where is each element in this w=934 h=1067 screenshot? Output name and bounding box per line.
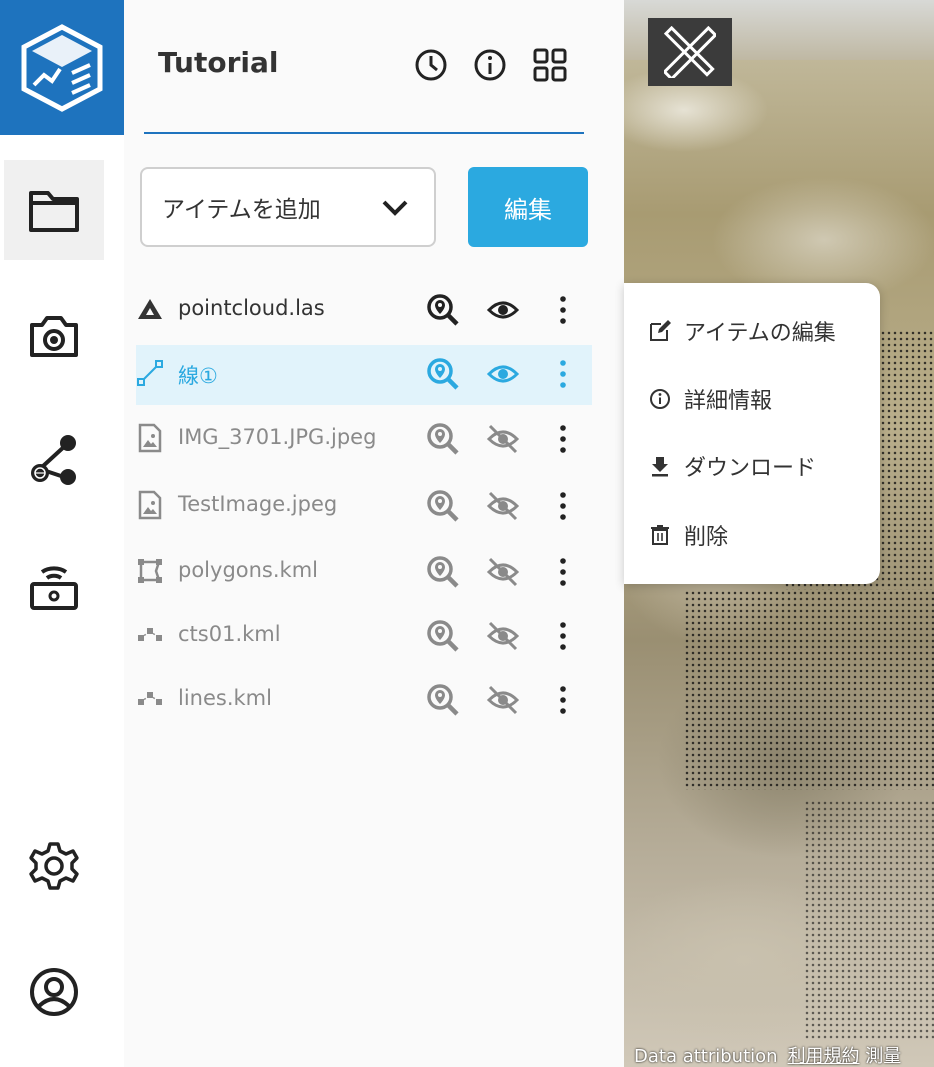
gear-icon [29,842,79,890]
eye-off-icon[interactable] [486,619,520,653]
points-icon [136,621,164,649]
more-icon[interactable] [546,619,580,653]
more-icon[interactable] [546,293,580,327]
pointcloud-dots [804,800,934,1040]
list-item[interactable]: TestImage.jpeg [136,477,592,537]
line-icon [136,359,164,387]
layer-panel: Tutorial アイテムを追加 編集 pointcloud.las 線① IM… [124,0,624,1067]
camera-icon [30,316,78,357]
download-icon [648,454,672,478]
chevron-down-icon [382,200,408,216]
add-item-label: アイテムを追加 [162,197,321,223]
more-icon[interactable] [546,683,580,717]
list-item-label: lines.kml [178,686,272,710]
info-icon [648,387,672,411]
more-icon[interactable] [546,422,580,456]
list-item-label: TestImage.jpeg [178,492,338,516]
sidebar-item-files[interactable] [4,160,104,260]
list-item-label: polygons.kml [178,558,318,582]
zoom-to-icon[interactable] [426,489,460,523]
edit-button[interactable]: 編集 [468,167,588,247]
list-item-label: IMG_3701.JPG.jpeg [178,425,377,449]
add-item-select[interactable]: アイテムを追加 [140,167,436,247]
zoom-to-icon[interactable] [426,293,460,327]
list-item-label: pointcloud.las [178,296,325,320]
sidebar-item-account[interactable] [4,942,104,1042]
zoom-to-icon[interactable] [426,357,460,391]
list-item[interactable]: 線① [136,345,592,405]
device-icon [30,566,78,610]
info-icon [474,49,506,81]
menu-item-delete[interactable]: 削除 [648,515,728,555]
item-context-menu: アイテムの編集 詳細情報 ダウンロード 削除 [624,283,880,584]
eye-off-icon[interactable] [486,422,520,456]
list-item[interactable]: pointcloud.las [136,281,592,341]
zoom-to-icon[interactable] [426,555,460,589]
image-icon [136,490,164,520]
sidebar-item-device[interactable] [4,536,104,636]
more-icon[interactable] [546,555,580,589]
ruler-pencil-icon [664,26,716,78]
sidebar-item-share[interactable] [4,410,104,510]
image-icon [136,423,164,453]
menu-item-label: 削除 [684,525,729,550]
zoom-to-icon[interactable] [426,683,460,717]
points-icon [136,685,164,713]
trash-icon [648,523,672,547]
list-item[interactable]: lines.kml [136,671,592,731]
list-item-label: 線① [178,364,218,388]
menu-item-label: アイテムの編集 [684,321,836,346]
eye-icon[interactable] [486,293,520,327]
title-divider [144,132,584,134]
map-attribution: Data attribution 利用規約 測量 [634,1042,901,1067]
user-icon [30,968,78,1016]
pointcloud-icon [136,295,164,323]
survey-credit: 測量 [865,1046,902,1067]
menu-item-download[interactable]: ダウンロード [648,446,816,486]
grid-view-button[interactable] [531,46,569,84]
eye-off-icon[interactable] [486,555,520,589]
list-item[interactable]: polygons.kml [136,543,592,603]
edit-icon [648,319,672,343]
share-icon [31,435,76,485]
zoom-to-icon[interactable] [426,422,460,456]
clock-icon [415,49,447,81]
polygon-icon [136,557,164,585]
measure-tool-button[interactable] [648,18,732,86]
grid-icon [533,48,567,82]
more-icon[interactable] [546,489,580,523]
menu-item-details[interactable]: 詳細情報 [648,379,772,419]
app-logo[interactable] [0,0,124,135]
eye-icon[interactable] [486,357,520,391]
list-item-label: cts01.kml [178,622,281,646]
list-item[interactable]: cts01.kml [136,607,592,667]
sidebar-item-settings[interactable] [4,816,104,916]
menu-item-edit[interactable]: アイテムの編集 [648,311,836,351]
logo-icon [21,23,103,112]
history-button[interactable] [412,46,450,84]
zoom-to-icon[interactable] [426,619,460,653]
sidebar-rail [0,0,124,1067]
folder-icon [29,191,79,232]
eye-off-icon[interactable] [486,489,520,523]
menu-item-label: 詳細情報 [684,389,773,414]
more-icon[interactable] [546,357,580,391]
eye-off-icon[interactable] [486,683,520,717]
page-title: Tutorial [158,46,279,79]
pointcloud-dots [684,590,934,790]
terms-link[interactable]: 利用規約 [788,1046,860,1067]
attribution-link[interactable]: Data attribution [634,1046,778,1067]
info-button[interactable] [471,46,509,84]
list-item[interactable]: IMG_3701.JPG.jpeg [136,410,592,470]
menu-item-label: ダウンロード [684,456,817,481]
sidebar-item-camera[interactable] [4,286,104,386]
